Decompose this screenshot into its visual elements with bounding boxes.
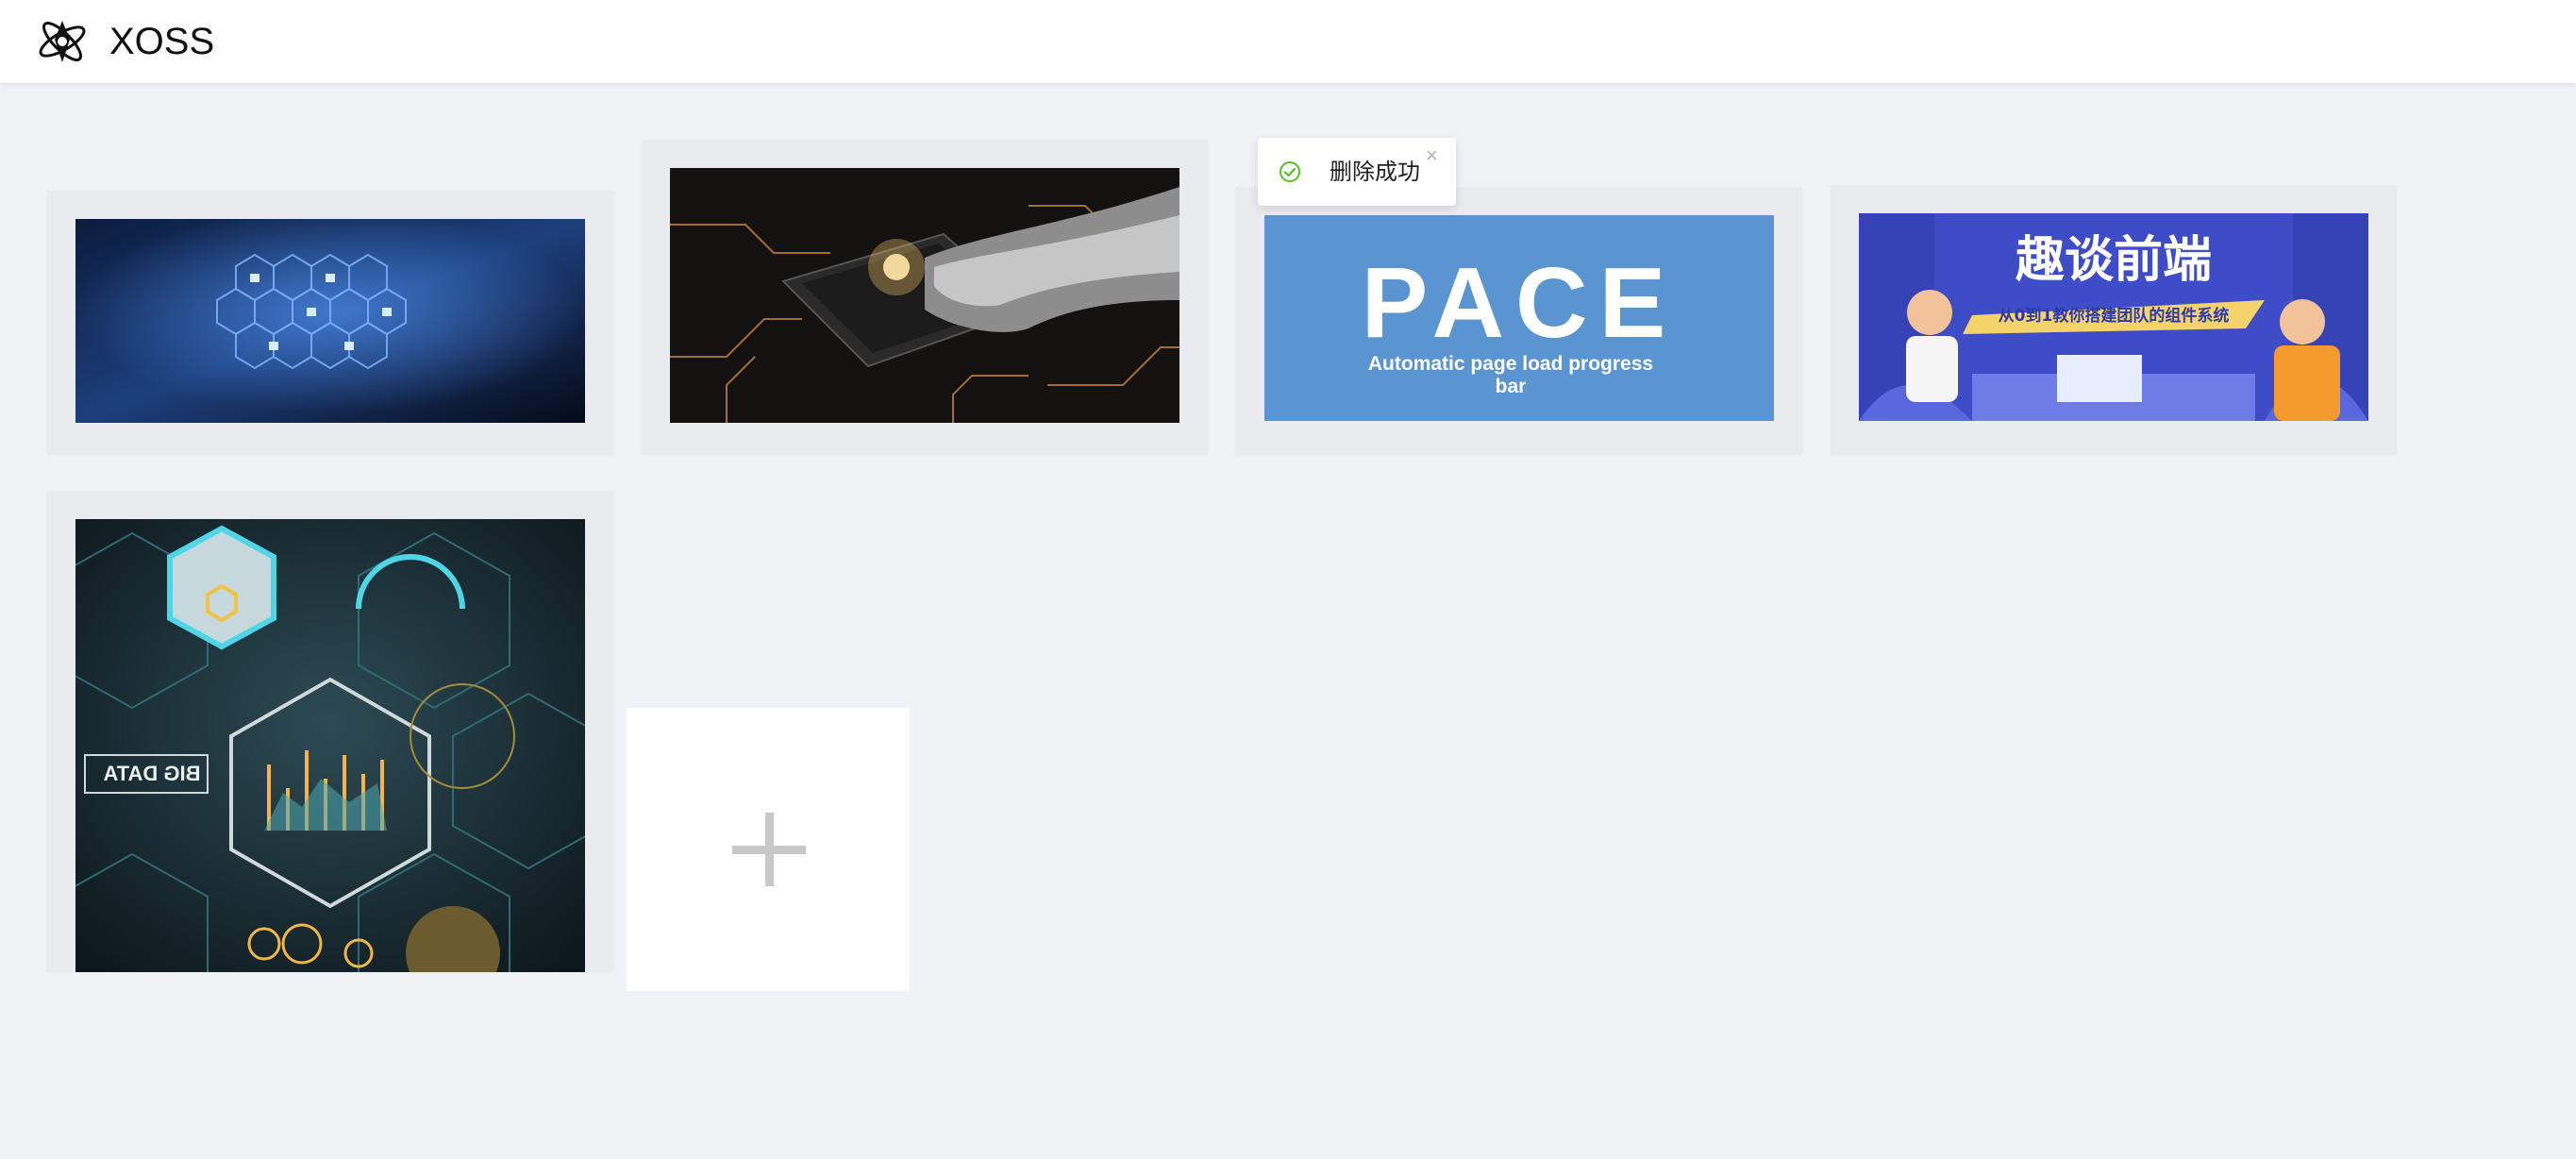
add-image-button[interactable] (627, 708, 910, 991)
app-title[interactable]: XOSS (109, 19, 214, 64)
image-card-1[interactable] (47, 191, 613, 455)
card-image-big-data: BIG DATA (75, 519, 585, 972)
qutan-subtitle: 从0到1教你搭建团队的组件系统 (1998, 307, 2230, 326)
xoss-logo-icon[interactable] (32, 11, 92, 72)
qutan-title: 趣谈前端 (2015, 232, 2212, 289)
card-image-robot-chip (670, 168, 1179, 423)
card-image-pace: PACE Automatic page load progress bar (1264, 215, 1774, 421)
top-header: XOSS (0, 0, 2576, 83)
check-circle-icon (1279, 160, 1301, 183)
pace-title: PACE (1361, 247, 1678, 359)
card-image-keyboard-security (75, 219, 585, 423)
big-data-label: BIG DATA (103, 762, 201, 785)
image-card-4[interactable]: 趣谈前端 从0到1教你搭建团队的组件系统 (1831, 185, 2397, 455)
image-card-3[interactable]: PACE Automatic page load progress bar (1236, 187, 1802, 455)
toast-message: 删除成功 (1330, 159, 1420, 185)
card-image-qutan-frontend: 趣谈前端 从0到1教你搭建团队的组件系统 (1859, 213, 2368, 421)
image-card-5[interactable]: BIG DATA (47, 491, 613, 972)
image-card-2[interactable] (642, 140, 1208, 455)
close-icon[interactable]: × (1426, 145, 1438, 166)
pace-subtitle-line2: bar (1495, 376, 1527, 397)
success-toast: 删除成功 × (1258, 138, 1456, 206)
pace-subtitle-line1: Automatic page load progress (1367, 353, 1654, 375)
plus-icon-vertical (765, 813, 774, 886)
